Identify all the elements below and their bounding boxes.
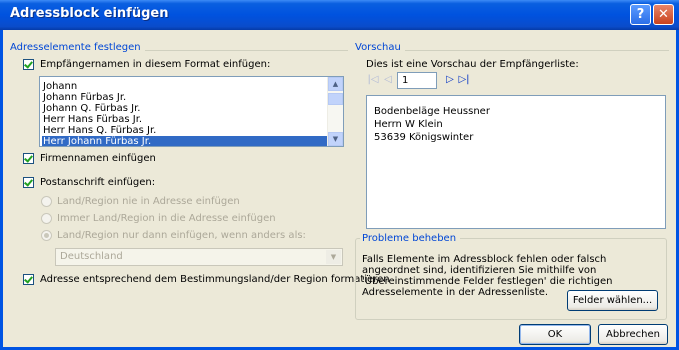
window-title: Adressblock einfügen	[10, 6, 169, 21]
recipient-name-label: Empfängernamen in diesem Format einfügen…	[40, 59, 271, 70]
radio-only-if-label: Land/Region nur dann einfügen, wenn ande…	[57, 230, 306, 241]
previous-record-icon[interactable]: ◁	[381, 73, 395, 87]
title-bar: Adressblock einfügen ? ✕	[0, 0, 679, 30]
recipient-name-checkbox[interactable]	[23, 59, 34, 70]
scroll-down-icon[interactable]: ▼	[328, 132, 343, 146]
cancel-button[interactable]: Abbrechen	[598, 324, 668, 345]
last-record-icon[interactable]: ▷|	[457, 73, 471, 87]
scroll-thumb[interactable]	[328, 93, 343, 105]
group-title-elements: Adresselemente festlegen	[10, 42, 145, 53]
list-scrollbar[interactable]: ▲ ▼	[327, 77, 343, 146]
list-item[interactable]: Johann	[42, 81, 330, 92]
next-record-icon[interactable]: ▷	[443, 73, 457, 87]
group-title-problems: Probleme beheben	[360, 233, 461, 244]
radio-only-if-different[interactable]	[41, 230, 52, 241]
postal-address-label: Postanschrift einfügen:	[40, 177, 156, 188]
first-record-icon[interactable]: |◁	[366, 73, 380, 87]
list-item[interactable]: Johann Q. Fürbas Jr.	[42, 103, 330, 114]
scroll-up-icon[interactable]: ▲	[328, 77, 343, 91]
preview-line: Bodenbeläge Heussner	[374, 106, 490, 117]
close-icon[interactable]: ✕	[653, 4, 674, 25]
select-fields-button[interactable]: Felder wählen...	[567, 290, 658, 311]
list-item[interactable]: Herr Hans Fürbas Jr.	[42, 114, 330, 125]
ok-button[interactable]: OK	[519, 324, 591, 345]
country-dropdown[interactable]: Deutschland ▼	[55, 248, 343, 266]
list-item-selected[interactable]: Herr Johann Fürbas Jr.	[42, 136, 330, 146]
radio-never-label: Land/Region nie in Adresse einfügen	[57, 196, 240, 207]
company-name-checkbox[interactable]	[23, 153, 34, 164]
address-preview-box: Bodenbeläge Heussner Herrn W Klein 53639…	[366, 95, 666, 229]
list-item[interactable]: Herr Hans Q. Fürbas Jr.	[42, 125, 330, 136]
country-value: Deutschland	[60, 251, 123, 262]
radio-never-country[interactable]	[41, 196, 52, 207]
chevron-down-icon[interactable]: ▼	[326, 250, 341, 264]
preview-caption: Dies ist eine Vorschau der Empfängerlist…	[366, 59, 579, 70]
help-icon[interactable]: ?	[630, 4, 651, 25]
list-item[interactable]: Johann Fürbas Jr.	[42, 92, 330, 103]
preview-line: 53639 Königswinter	[374, 132, 474, 143]
company-name-label: Firmennamen einfügen	[40, 153, 156, 164]
preview-line: Herrn W Klein	[374, 119, 443, 130]
record-number-input[interactable]: 1	[397, 72, 437, 89]
group-title-preview: Vorschau	[355, 42, 405, 53]
format-by-country-checkbox[interactable]	[23, 274, 34, 285]
name-format-listbox[interactable]: Johann Johann Fürbas Jr. Johann Q. Fürba…	[39, 76, 344, 147]
radio-always-label: Immer Land/Region in die Adresse einfüge…	[57, 213, 276, 224]
format-by-country-label: Adresse entsprechend dem Bestimmungsland…	[40, 274, 390, 285]
postal-address-checkbox[interactable]	[23, 177, 34, 188]
radio-always-country[interactable]	[41, 213, 52, 224]
